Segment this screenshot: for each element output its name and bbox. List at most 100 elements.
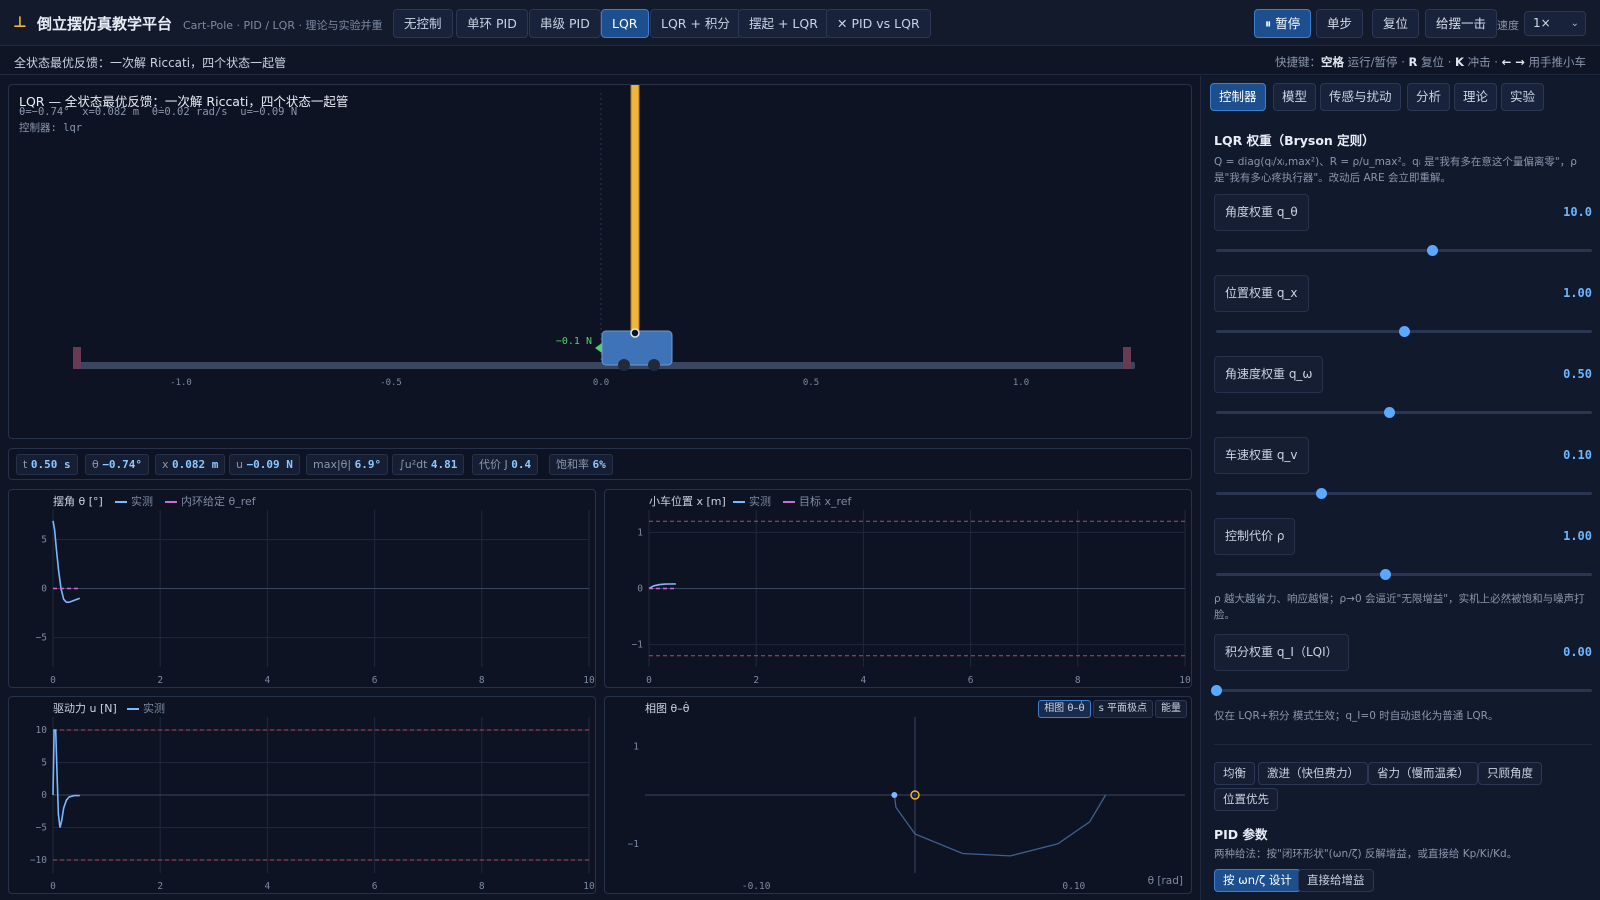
- slider-q-x-thumb[interactable]: [1399, 326, 1410, 337]
- hotkeys-hint: 快捷键：空格 运行/暂停 · R 复位 · K 冲击 · ← → 用手推小车: [1275, 54, 1586, 70]
- mode-description-bar: 全状态最优反馈：一次解 Riccati，四个状态一起管 快捷键：空格 运行/暂停…: [0, 47, 1600, 75]
- measured-series-line: [52, 520, 81, 603]
- x-tick-label: 6: [372, 675, 378, 686]
- tab-theory[interactable]: 理论: [1454, 83, 1498, 111]
- slider-q-v-label: 车速权重 q_v: [1214, 437, 1309, 474]
- x-tick-label: 0: [50, 881, 56, 892]
- preset-angle-only-button[interactable]: 只顾角度: [1478, 762, 1542, 785]
- preset-position-first-button[interactable]: 位置优先: [1214, 788, 1278, 811]
- mode-swingup-lqr-button[interactable]: 摆起 + LQR: [738, 9, 829, 38]
- speed-select[interactable]: 1× ⌄: [1524, 11, 1586, 36]
- mode-no-control-button[interactable]: 无控制: [393, 9, 453, 38]
- metrics-bar: t 0.50 s θ −0.74° x 0.082 m u −0.09 N ma…: [8, 448, 1192, 480]
- legend-label: 目标 x_ref: [799, 495, 852, 508]
- force-label: −0.1 N: [556, 336, 592, 347]
- tab-experiment[interactable]: 实验: [1501, 83, 1545, 111]
- legend-label: 实测: [749, 495, 771, 508]
- preset-balanced-button[interactable]: 均衡: [1214, 762, 1255, 785]
- y-tick-label: −5: [36, 633, 47, 644]
- metric-u-value: −0.09 N: [246, 458, 293, 471]
- metric-time: t 0.50 s: [16, 454, 78, 475]
- cart-wheel-right: [648, 359, 660, 371]
- slider-q-x-track[interactable]: [1216, 326, 1592, 337]
- slider-q-integral-track[interactable]: [1211, 685, 1592, 696]
- slider-q-theta-track[interactable]: [1216, 245, 1592, 256]
- metric-u-label: u: [236, 458, 243, 471]
- x-legend-ref: 目标 x_ref: [783, 493, 851, 509]
- y-tick-label: 0: [41, 584, 47, 595]
- phase-current-point: [891, 792, 898, 798]
- tab-analysis[interactable]: 分析: [1407, 83, 1451, 111]
- hotkeys-label: 快捷键：: [1275, 55, 1322, 69]
- phase-trajectory: [893, 794, 1107, 857]
- phase-plot-title: 相图 θ–θ̇: [645, 702, 690, 715]
- theta-plot-panel: 0 2 4 6 8 10 5 0 −5 摆角 θ [°] 实测 内环给定 θ_ref: [8, 489, 596, 688]
- hotkey-arrows-desc: 用手推小车: [1524, 55, 1586, 69]
- hotkey-k-desc: 冲击 ·: [1463, 55, 1502, 69]
- metric-x-label: x: [162, 458, 169, 471]
- slider-q-omega-track[interactable]: [1216, 407, 1592, 418]
- slider-q-integral-thumb[interactable]: [1211, 685, 1222, 696]
- metric-effort-value: 4.81: [430, 458, 458, 471]
- phase-tab-phase[interactable]: 相图 θ–θ̇: [1038, 700, 1091, 718]
- tab-controller[interactable]: 控制器: [1210, 83, 1266, 111]
- hotkey-arrows: ← →: [1501, 55, 1525, 69]
- slider-q-x-value: 1.00: [1563, 286, 1592, 300]
- x-tick-label: 10: [1179, 675, 1191, 686]
- pid-params-desc: 两种给法：按"闭环形状"(ωn/ζ) 反解增益，或直接给 Kp/Ki/Kd。: [1214, 848, 1518, 860]
- phase-view-tabs: 相图 θ–θ̇ s 平面极点 能量: [1036, 700, 1187, 718]
- slider-q-omega-thumb[interactable]: [1383, 407, 1395, 418]
- track-tick-labels: -1.0 -0.5 0.0 0.5 1.0: [170, 378, 1029, 388]
- slider-q-x: 位置权重 q_x 1.00: [1214, 275, 1592, 355]
- x-tick-label: 10: [583, 881, 595, 892]
- cart-pole-scene: -1.0 -0.5 0.0 0.5 1.0 −0.1 N: [73, 85, 1135, 388]
- legend-label: 内环给定 θ_ref: [181, 495, 256, 508]
- lqr-weights-desc: Q = diag(qᵢ/xᵢ,max²)、R = ρ/u_max²。qᵢ 是"我…: [1214, 156, 1577, 184]
- x-tick-label: 2: [157, 675, 163, 686]
- top-bar: ⊥ 倒立摆仿真教学平台 Cart-Pole · PID / LQR · 理论与实…: [0, 0, 1600, 46]
- simulation-canvas[interactable]: -1.0 -0.5 0.0 0.5 1.0 −0.1 N LQR — 全状态最优反馈：一…: [8, 84, 1192, 439]
- slider-q-v-track[interactable]: [1216, 488, 1592, 499]
- slider-rho-value: 1.00: [1563, 529, 1592, 543]
- tab-sensing-disturbance[interactable]: 传感与扰动: [1320, 83, 1401, 111]
- mode-lqr-button[interactable]: LQR: [601, 9, 649, 38]
- app-subtitle: Cart-Pole · PID / LQR · 理论与实验并重: [183, 19, 383, 32]
- slider-q-integral-label: 积分权重 q_I（LQI）: [1214, 634, 1349, 671]
- metric-cost-value: 0.4: [511, 458, 532, 471]
- hotkey-space: 空格: [1321, 55, 1345, 69]
- mode-cascade-pid-button[interactable]: 串级 PID: [529, 9, 601, 38]
- track-right-stop: [1123, 347, 1131, 369]
- x-tick-label: 8: [1075, 675, 1081, 686]
- metric-saturation-label: 饱和率: [556, 458, 589, 471]
- step-button[interactable]: 单步: [1316, 9, 1364, 38]
- x-plot-title: 小车位置 x [m]: [649, 495, 726, 508]
- reset-button[interactable]: 复位: [1372, 9, 1420, 38]
- mode-pid-vs-lqr-button[interactable]: ✕ PID vs LQR: [826, 9, 931, 38]
- slider-q-theta-thumb[interactable]: [1427, 245, 1439, 256]
- legend-swatch: [127, 708, 139, 710]
- y-tick-label: −10: [30, 855, 47, 866]
- app-logo-icon: ⊥: [13, 13, 27, 31]
- slider-rho-track[interactable]: [1216, 569, 1592, 580]
- slider-rho-thumb[interactable]: [1380, 569, 1392, 580]
- y-tick-label: 1: [633, 741, 639, 752]
- pid-design-omega-zeta-button[interactable]: 按 ωn/ζ 设计: [1214, 869, 1301, 892]
- metric-x-value: 0.082 m: [172, 458, 219, 471]
- u-plot-panel: 0 2 4 6 8 10 10 5 0 −5 −10 驱动力 u [N] 实测: [8, 696, 596, 894]
- slider-q-omega-value: 0.50: [1563, 367, 1592, 381]
- x-tick-label: 6: [372, 881, 378, 892]
- preset-aggressive-button[interactable]: 激进（快但费力）: [1258, 762, 1368, 785]
- phase-tab-poles[interactable]: s 平面极点: [1092, 700, 1153, 718]
- phase-tab-energy[interactable]: 能量: [1155, 700, 1187, 718]
- mode-lqr-integral-button[interactable]: LQR + 积分: [650, 9, 741, 38]
- cart-wheel-left: [618, 359, 630, 371]
- preset-gentle-button[interactable]: 省力（慢而温柔）: [1368, 762, 1478, 785]
- slider-q-v-thumb[interactable]: [1316, 488, 1328, 499]
- x-tick-label: 8: [479, 675, 485, 686]
- pause-button[interactable]: ⏸ 暂停: [1254, 9, 1312, 38]
- tab-model[interactable]: 模型: [1273, 83, 1317, 111]
- pid-direct-gains-button[interactable]: 直接给增益: [1298, 869, 1374, 892]
- x-tick-label: -0.10: [742, 881, 771, 892]
- mode-single-pid-button[interactable]: 单环 PID: [456, 9, 528, 38]
- kick-button[interactable]: 给摆一击: [1425, 9, 1498, 38]
